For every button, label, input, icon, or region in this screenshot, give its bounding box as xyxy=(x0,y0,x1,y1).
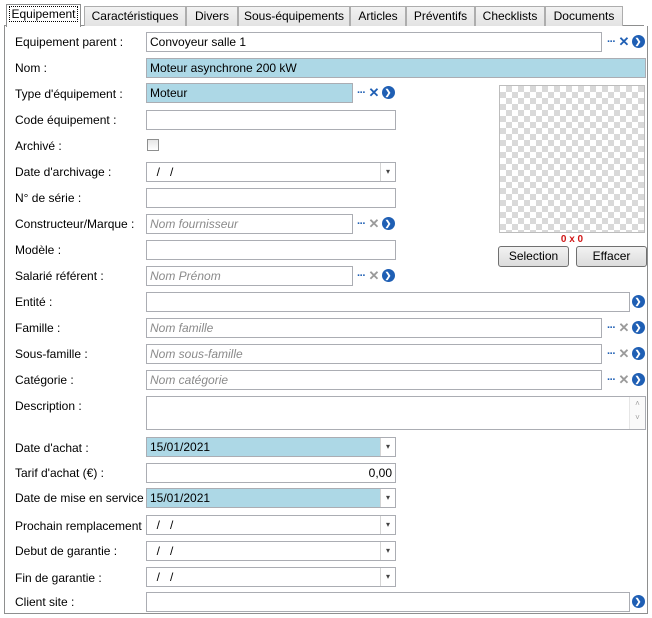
dropdown-icon[interactable]: ▾ xyxy=(380,568,395,586)
famille-field[interactable]: Nom famille xyxy=(146,318,602,338)
scroll-down-icon[interactable]: ˅ xyxy=(630,411,645,425)
sous-famille-field[interactable]: Nom sous-famille xyxy=(146,344,602,364)
label-serie: N° de série : xyxy=(15,191,82,205)
label-date-service: Date de mise en service : xyxy=(15,491,151,505)
description-textarea[interactable]: ˄ ˅ xyxy=(146,396,646,430)
tab-articles[interactable]: Articles xyxy=(350,6,406,26)
label-famille: Famille : xyxy=(15,321,61,335)
open-icon[interactable]: ❯ xyxy=(630,293,646,311)
arrow-icon: ❯ xyxy=(631,295,645,308)
open-icon[interactable]: ❯ xyxy=(630,371,646,389)
dropdown-icon[interactable]: ▾ xyxy=(380,516,395,534)
constructeur-field[interactable]: Nom fournisseur xyxy=(146,214,353,234)
dropdown-icon[interactable]: ▾ xyxy=(380,489,395,507)
arrow-icon: ❯ xyxy=(631,347,645,360)
open-icon[interactable]: ❯ xyxy=(630,319,646,337)
equipement-parent-field[interactable]: Convoyeur salle 1 xyxy=(146,32,602,52)
nom-field[interactable]: Moteur asynchrone 200 kW xyxy=(146,58,646,78)
tab-caracteristiques[interactable]: Caractéristiques xyxy=(84,6,186,26)
label-client-site: Client site : xyxy=(15,595,75,609)
tab-documents[interactable]: Documents xyxy=(545,6,623,26)
label-salarie: Salarié référent : xyxy=(15,269,104,283)
description-scrollbar[interactable]: ˄ ˅ xyxy=(629,397,645,429)
tab-label: Préventifs xyxy=(413,9,468,23)
tab-label: Articles xyxy=(358,9,398,23)
tab-equipement[interactable]: Equipement xyxy=(6,4,81,27)
dropdown-icon[interactable]: ▾ xyxy=(380,542,395,560)
tab-label: Documents xyxy=(553,9,615,23)
tab-sous-equipements[interactable]: Sous-équipements xyxy=(238,6,350,26)
debut-garantie-field[interactable]: / / xyxy=(146,541,396,561)
tab-label: Caractéristiques xyxy=(91,9,179,23)
dropdown-icon[interactable]: ▾ xyxy=(380,438,395,456)
tab-label: Sous-équipements xyxy=(243,9,345,23)
type-field[interactable]: Moteur xyxy=(146,83,353,103)
prochain-field[interactable]: / / xyxy=(146,515,396,535)
modele-field[interactable] xyxy=(146,240,396,260)
label-categorie: Catégorie : xyxy=(15,373,74,387)
entite-field[interactable] xyxy=(146,292,630,312)
clear-photo-button[interactable]: Effacer xyxy=(576,246,647,267)
fin-garantie-field[interactable]: / / xyxy=(146,567,396,587)
photo-preview xyxy=(499,85,645,233)
label-date-archivage: Date d'archivage : xyxy=(15,165,112,179)
label-constructeur: Constructeur/Marque : xyxy=(15,217,135,231)
select-photo-button[interactable]: Selection xyxy=(498,246,569,267)
open-icon[interactable]: ❯ xyxy=(630,33,646,51)
arrow-icon: ❯ xyxy=(381,269,395,282)
categorie-field[interactable]: Nom catégorie xyxy=(146,370,602,390)
arrow-icon: ❯ xyxy=(631,321,645,334)
label-date-achat: Date d'achat : xyxy=(15,441,89,455)
tab-preventifs[interactable]: Préventifs xyxy=(406,6,475,26)
label-entite: Entité : xyxy=(15,295,53,309)
date-archivage-field[interactable]: / / xyxy=(146,162,396,182)
code-field[interactable] xyxy=(146,110,396,130)
label-type: Type d'équipement : xyxy=(15,87,123,101)
label-code: Code équipement : xyxy=(15,113,117,127)
tab-checklists[interactable]: Checklists xyxy=(475,6,545,26)
archive-checkbox[interactable] xyxy=(147,139,159,151)
open-icon[interactable]: ❯ xyxy=(380,267,396,285)
label-archive: Archivé : xyxy=(15,139,62,153)
date-achat-field[interactable]: 15/01/2021 xyxy=(146,437,396,457)
label-description: Description : xyxy=(15,399,82,413)
label-tarif: Tarif d'achat (€) : xyxy=(15,466,104,480)
open-icon[interactable]: ❯ xyxy=(630,345,646,363)
client-site-field[interactable] xyxy=(146,592,630,612)
arrow-icon: ❯ xyxy=(631,35,645,48)
scroll-up-icon[interactable]: ˄ xyxy=(630,397,645,411)
label-fin-garantie: Fin de garantie : xyxy=(15,571,102,585)
serie-field[interactable] xyxy=(146,188,396,208)
dropdown-icon[interactable]: ▾ xyxy=(380,163,395,181)
tab-bar: Equipement Caractéristiques Divers Sous-… xyxy=(4,4,644,27)
open-icon[interactable]: ❯ xyxy=(380,84,396,102)
label-prochain: Prochain remplacement : xyxy=(15,519,149,533)
tarif-field[interactable]: 0,00 xyxy=(146,463,396,483)
tab-label: Checklists xyxy=(482,9,538,23)
label-nom: Nom : xyxy=(15,61,48,75)
arrow-icon: ❯ xyxy=(381,217,395,230)
tab-divers[interactable]: Divers xyxy=(186,6,238,26)
arrow-icon: ❯ xyxy=(631,373,645,386)
label-sous-famille: Sous-famille : xyxy=(15,347,88,361)
open-icon[interactable]: ❯ xyxy=(380,215,396,233)
open-icon[interactable]: ❯ xyxy=(630,593,646,611)
photo-dimensions: 0 x 0 xyxy=(560,234,584,245)
arrow-icon: ❯ xyxy=(631,595,645,608)
arrow-icon: ❯ xyxy=(381,86,395,99)
tab-label: Equipement xyxy=(9,6,78,22)
tab-label: Divers xyxy=(194,9,229,23)
salarie-field[interactable]: Nom Prénom xyxy=(146,266,353,286)
date-service-field[interactable]: 15/01/2021 xyxy=(146,488,396,508)
label-equipement-parent: Equipement parent : xyxy=(15,35,124,49)
label-modele: Modèle : xyxy=(15,243,62,257)
label-debut-garantie: Debut de garantie : xyxy=(15,544,118,558)
